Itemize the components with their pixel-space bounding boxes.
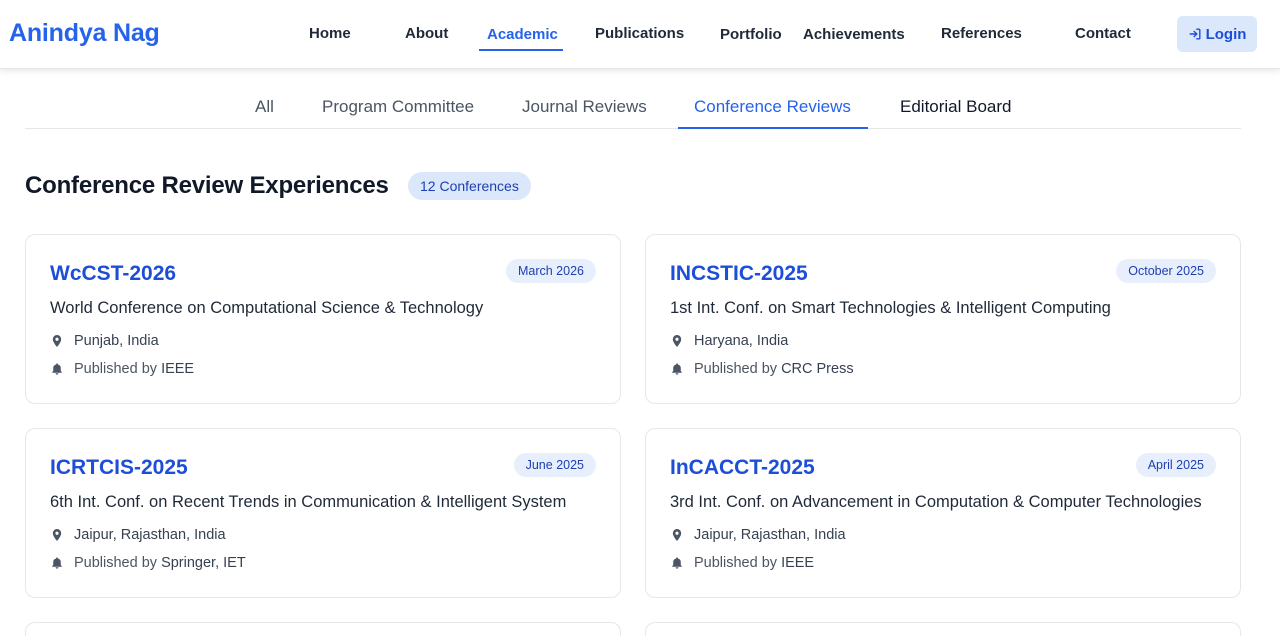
published-prefix: Published by: [694, 555, 778, 571]
nav-about[interactable]: About: [405, 25, 448, 42]
location-row: Punjab, India: [50, 333, 159, 349]
publisher-row: Published by IEEE: [670, 555, 814, 571]
nav-achievements[interactable]: Achievements: [803, 26, 905, 43]
tabs-divider: [25, 128, 1241, 129]
publisher-row: Published by CRC Press: [670, 361, 854, 377]
conference-card[interactable]: InCACCT-2025 April 2025 3rd Int. Conf. o…: [645, 428, 1241, 598]
conference-card[interactable]: ICRTCIS-2025 June 2025 6th Int. Conf. on…: [25, 428, 621, 598]
location-row: Jaipur, Rajasthan, India: [50, 527, 226, 543]
publisher-text: IEEE: [781, 555, 815, 571]
count-badge: 12 Conferences: [408, 172, 531, 200]
published-prefix: Published by: [694, 361, 778, 377]
location-text: Haryana, India: [694, 333, 789, 349]
date-badge: June 2025: [513, 453, 596, 477]
tab-active-indicator: [678, 127, 868, 129]
section-title: Conference Review Experiences: [25, 172, 389, 199]
location-text: Punjab, India: [74, 333, 159, 349]
conference-acronym: INCSTIC-2025: [670, 262, 808, 285]
published-prefix: Published by: [74, 361, 158, 377]
map-pin-icon: [672, 335, 682, 347]
bell-icon: [52, 557, 62, 569]
nav-home[interactable]: Home: [309, 25, 351, 42]
conference-card-partial[interactable]: [645, 622, 1241, 636]
conference-card[interactable]: WcCST-2026 March 2026 World Conference o…: [25, 234, 621, 404]
location-row: Jaipur, Rajasthan, India: [670, 527, 846, 543]
publisher-row: Published by IEEE: [50, 361, 194, 377]
tab-conference-reviews[interactable]: Conference Reviews: [694, 97, 851, 117]
conference-name: World Conference on Computational Scienc…: [50, 299, 484, 317]
nav-contact[interactable]: Contact: [1075, 25, 1131, 42]
conference-name: 6th Int. Conf. on Recent Trends in Commu…: [50, 493, 567, 511]
date-badge: April 2025: [1135, 453, 1216, 477]
nav-portfolio[interactable]: Portfolio: [720, 26, 782, 43]
map-pin-icon: [672, 529, 682, 541]
publisher-row: Published by Springer, IET: [50, 555, 246, 571]
publisher-text: IEEE: [161, 361, 195, 377]
conference-card-partial[interactable]: [25, 622, 621, 636]
site-brand[interactable]: Anindya Nag: [9, 19, 160, 48]
publisher-text: CRC Press: [781, 361, 854, 377]
published-prefix: Published by: [74, 555, 158, 571]
map-pin-icon: [52, 335, 62, 347]
location-row: Haryana, India: [670, 333, 788, 349]
top-navbar: Anindya Nag Home About Academic Publicat…: [0, 0, 1280, 69]
conference-name: 1st Int. Conf. on Smart Technologies & I…: [670, 299, 1111, 317]
conference-acronym: ICRTCIS-2025: [50, 456, 188, 479]
conference-card[interactable]: INCSTIC-2025 October 2025 1st Int. Conf.…: [645, 234, 1241, 404]
location-text: Jaipur, Rajasthan, India: [694, 527, 846, 543]
bell-icon: [672, 557, 682, 569]
tab-journal-reviews[interactable]: Journal Reviews: [522, 97, 647, 117]
conference-acronym: WcCST-2026: [50, 262, 177, 285]
conference-name: 3rd Int. Conf. on Advancement in Computa…: [670, 493, 1202, 511]
bell-icon: [672, 363, 682, 375]
tab-all[interactable]: All: [255, 97, 274, 117]
tab-program-committee[interactable]: Program Committee: [322, 97, 474, 117]
date-badge: March 2026: [505, 259, 596, 283]
publisher-text: Springer, IET: [161, 555, 246, 571]
nav-publications[interactable]: Publications: [595, 25, 684, 42]
tab-editorial-board[interactable]: Editorial Board: [900, 97, 1012, 117]
bell-icon: [52, 363, 62, 375]
nav-active-indicator: [479, 49, 563, 51]
date-badge: October 2025: [1116, 259, 1216, 283]
conference-acronym: InCACCT-2025: [670, 456, 815, 479]
login-arrow-icon: [1189, 28, 1201, 40]
location-text: Jaipur, Rajasthan, India: [74, 527, 226, 543]
login-label: Login: [1205, 25, 1247, 43]
nav-academic[interactable]: Academic: [487, 26, 558, 43]
nav-references[interactable]: References: [941, 25, 1022, 42]
map-pin-icon: [52, 529, 62, 541]
login-button[interactable]: Login: [1177, 16, 1257, 52]
